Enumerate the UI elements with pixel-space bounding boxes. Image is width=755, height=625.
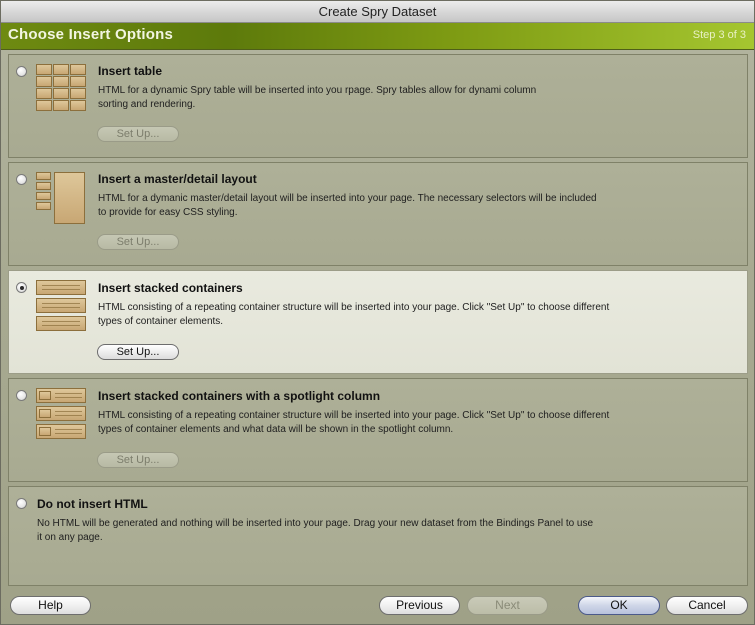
previous-button[interactable]: Previous bbox=[379, 596, 460, 615]
option-description-line2: types of container elements. bbox=[98, 316, 224, 327]
master-detail-icon bbox=[36, 172, 86, 226]
cancel-button[interactable]: Cancel bbox=[666, 596, 748, 615]
radio-insert-table[interactable] bbox=[16, 66, 27, 77]
option-description-line2: sorting and rendering. bbox=[98, 99, 196, 110]
step-indicator: Step 3 of 3 bbox=[692, 29, 746, 41]
option-title: Insert stacked containers with a spotlig… bbox=[98, 389, 381, 403]
option-description-line2: it on any page. bbox=[37, 532, 103, 543]
option-title: Insert a master/detail layout bbox=[98, 172, 257, 186]
setup-button[interactable]: Set Up... bbox=[97, 452, 179, 468]
option-title: Insert stacked containers bbox=[98, 281, 243, 295]
option-master-detail[interactable]: Insert a master/detail layout HTML for a… bbox=[8, 162, 748, 266]
option-description-line2: to provide for easy CSS styling. bbox=[98, 207, 238, 218]
ok-button[interactable]: OK bbox=[578, 596, 660, 615]
create-spry-dataset-dialog: Create Spry Dataset Choose Insert Option… bbox=[0, 0, 755, 625]
setup-button[interactable]: Set Up... bbox=[97, 234, 179, 250]
option-description-line1: HTML consisting of a repeating container… bbox=[98, 302, 610, 313]
next-button[interactable]: Next bbox=[467, 596, 548, 615]
setup-button[interactable]: Set Up... bbox=[97, 344, 179, 360]
setup-button[interactable]: Set Up... bbox=[97, 126, 179, 142]
option-do-not-insert[interactable]: Do not insert HTML No HTML will be gener… bbox=[8, 486, 748, 586]
option-title: Insert table bbox=[98, 64, 163, 78]
option-insert-table[interactable]: Insert table HTML for a dynamic Spry tab… bbox=[8, 54, 748, 158]
spotlight-containers-icon bbox=[36, 388, 86, 444]
option-description-line1: HTML for a dymanic master/detail layout … bbox=[98, 193, 597, 204]
stacked-containers-icon bbox=[36, 280, 86, 336]
radio-stacked-spotlight[interactable] bbox=[16, 390, 27, 401]
window-title: Create Spry Dataset bbox=[1, 1, 754, 23]
header-title: Choose Insert Options bbox=[8, 26, 174, 43]
help-button[interactable]: Help bbox=[10, 596, 91, 615]
option-description-line2: types of container elements and what dat… bbox=[98, 424, 454, 435]
option-title: Do not insert HTML bbox=[37, 497, 148, 511]
option-description-line1: No HTML will be generated and nothing wi… bbox=[37, 518, 594, 529]
radio-do-not-insert[interactable] bbox=[16, 498, 27, 509]
table-grid-icon bbox=[36, 64, 86, 114]
radio-master-detail[interactable] bbox=[16, 174, 27, 185]
option-description-line1: HTML for a dynamic Spry table will be in… bbox=[98, 85, 537, 96]
radio-stacked-containers[interactable] bbox=[16, 282, 27, 293]
wizard-header: Choose Insert Options Step 3 of 3 bbox=[1, 23, 754, 50]
option-description-line1: HTML consisting of a repeating container… bbox=[98, 410, 610, 421]
option-stacked-spotlight[interactable]: Insert stacked containers with a spotlig… bbox=[8, 378, 748, 482]
option-stacked-containers[interactable]: Insert stacked containers HTML consistin… bbox=[8, 270, 748, 374]
